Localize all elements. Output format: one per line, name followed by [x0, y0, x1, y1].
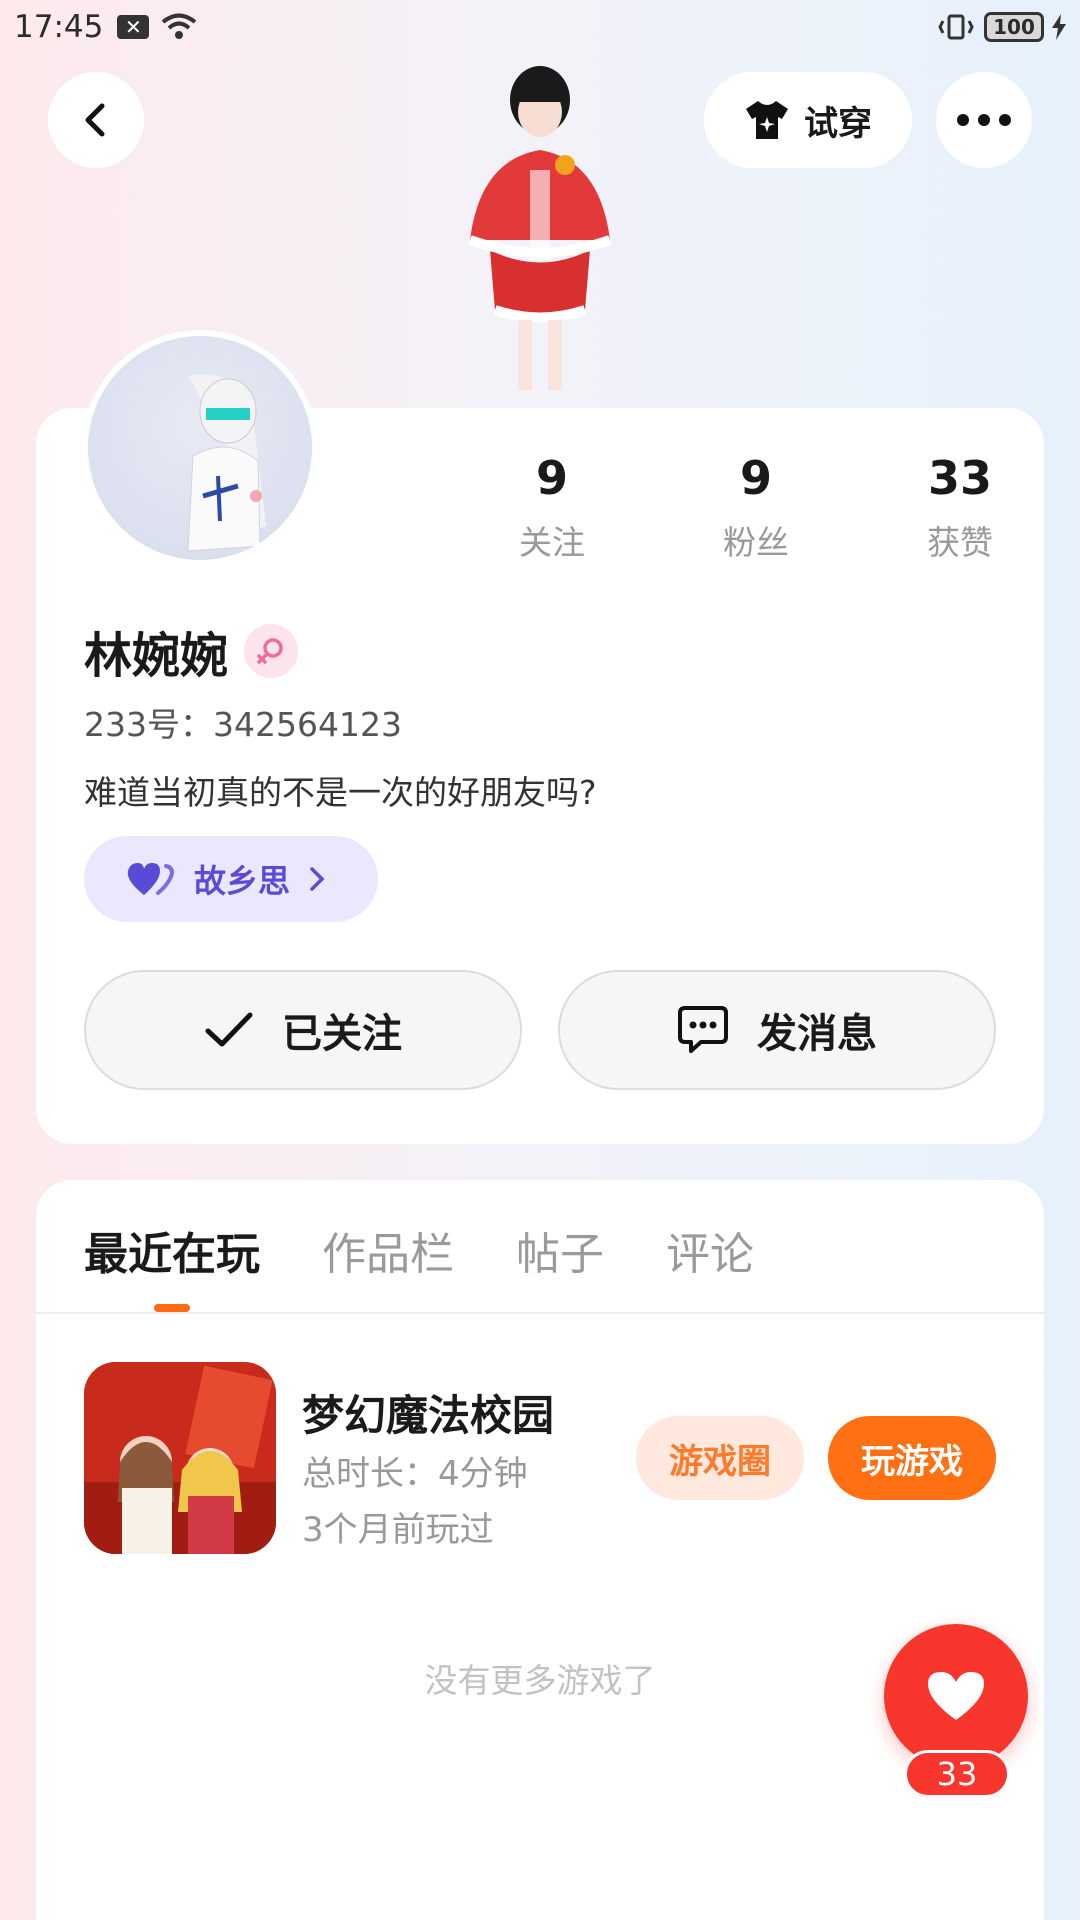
stat-label: 粉丝	[723, 523, 789, 562]
charging-icon	[1052, 14, 1066, 40]
stat-label: 获赞	[927, 523, 993, 562]
stat-following[interactable]: 9 关注	[450, 450, 654, 564]
play-game-button[interactable]: 玩游戏	[828, 1416, 996, 1500]
tag-label: 故乡思	[194, 862, 291, 900]
like-button[interactable]	[884, 1624, 1028, 1768]
back-button[interactable]	[48, 72, 144, 168]
tab-comments[interactable]: 评论	[666, 1218, 754, 1282]
message-button[interactable]: 发消息	[558, 970, 996, 1090]
stat-fans[interactable]: 9 粉丝	[654, 450, 858, 564]
check-icon	[205, 1012, 253, 1047]
vibrate-icon	[938, 14, 974, 40]
more-dots-icon	[957, 114, 1011, 126]
tab-bar: 最近在玩 作品栏 帖子 评论	[84, 1218, 754, 1282]
tshirt-icon	[746, 101, 788, 139]
user-id: 233号：342564123	[84, 705, 402, 744]
chevron-left-icon	[85, 103, 105, 137]
tab-recent-playing[interactable]: 最近在玩	[84, 1218, 260, 1282]
heart-icon	[928, 1672, 984, 1720]
tab-posts[interactable]: 帖子	[516, 1218, 604, 1282]
try-on-label: 试穿	[804, 103, 872, 144]
stat-value: 33	[927, 451, 992, 505]
character-avatar-image	[420, 50, 660, 410]
stat-value: 9	[739, 451, 772, 505]
status-bar: 17:45 ✕ 100	[0, 0, 1080, 54]
battery-icon: 100	[984, 12, 1044, 42]
game-list-item[interactable]: 梦幻魔法校园 总时长：4分钟 3个月前玩过 游戏圈 玩游戏	[84, 1362, 996, 1554]
stats-row: 9 关注 9 粉丝 33 获赞	[450, 450, 1062, 564]
active-tab-indicator	[154, 1304, 190, 1312]
game-circle-button[interactable]: 游戏圈	[636, 1416, 804, 1500]
name-row: 林婉婉	[84, 616, 299, 686]
profile-tag[interactable]: 故乡思	[84, 836, 378, 922]
try-on-button[interactable]: 试穿	[704, 72, 912, 168]
wifi-icon	[162, 13, 197, 39]
game-title: 梦幻魔法校园	[302, 1391, 555, 1440]
game-icon	[84, 1362, 276, 1554]
follow-button[interactable]: 已关注	[84, 970, 522, 1090]
status-time: 17:45	[14, 9, 104, 45]
stat-value: 9	[535, 451, 568, 505]
user-name: 林婉婉	[84, 628, 229, 684]
like-count-badge: 33	[904, 1750, 1010, 1798]
user-bio: 难道当初真的不是一次的好朋友吗?	[84, 773, 597, 812]
tab-works[interactable]: 作品栏	[322, 1218, 454, 1282]
avatar-image	[88, 336, 312, 560]
chat-bubble-icon	[678, 1006, 728, 1053]
chevron-right-icon	[310, 867, 325, 891]
message-label: 发消息	[757, 1011, 877, 1057]
stat-likes[interactable]: 33 获赞	[858, 450, 1062, 564]
heart-pair-icon	[127, 863, 175, 895]
more-button[interactable]	[936, 72, 1032, 168]
follow-label: 已关注	[282, 1011, 402, 1057]
female-gender-icon	[244, 624, 299, 678]
game-total-time: 总时长：4分钟	[302, 1454, 528, 1494]
notification-icon: ✕	[117, 15, 150, 39]
game-last-played: 3个月前玩过	[302, 1510, 494, 1550]
avatar[interactable]	[82, 330, 318, 566]
stat-label: 关注	[519, 523, 585, 562]
divider	[36, 1312, 1044, 1314]
